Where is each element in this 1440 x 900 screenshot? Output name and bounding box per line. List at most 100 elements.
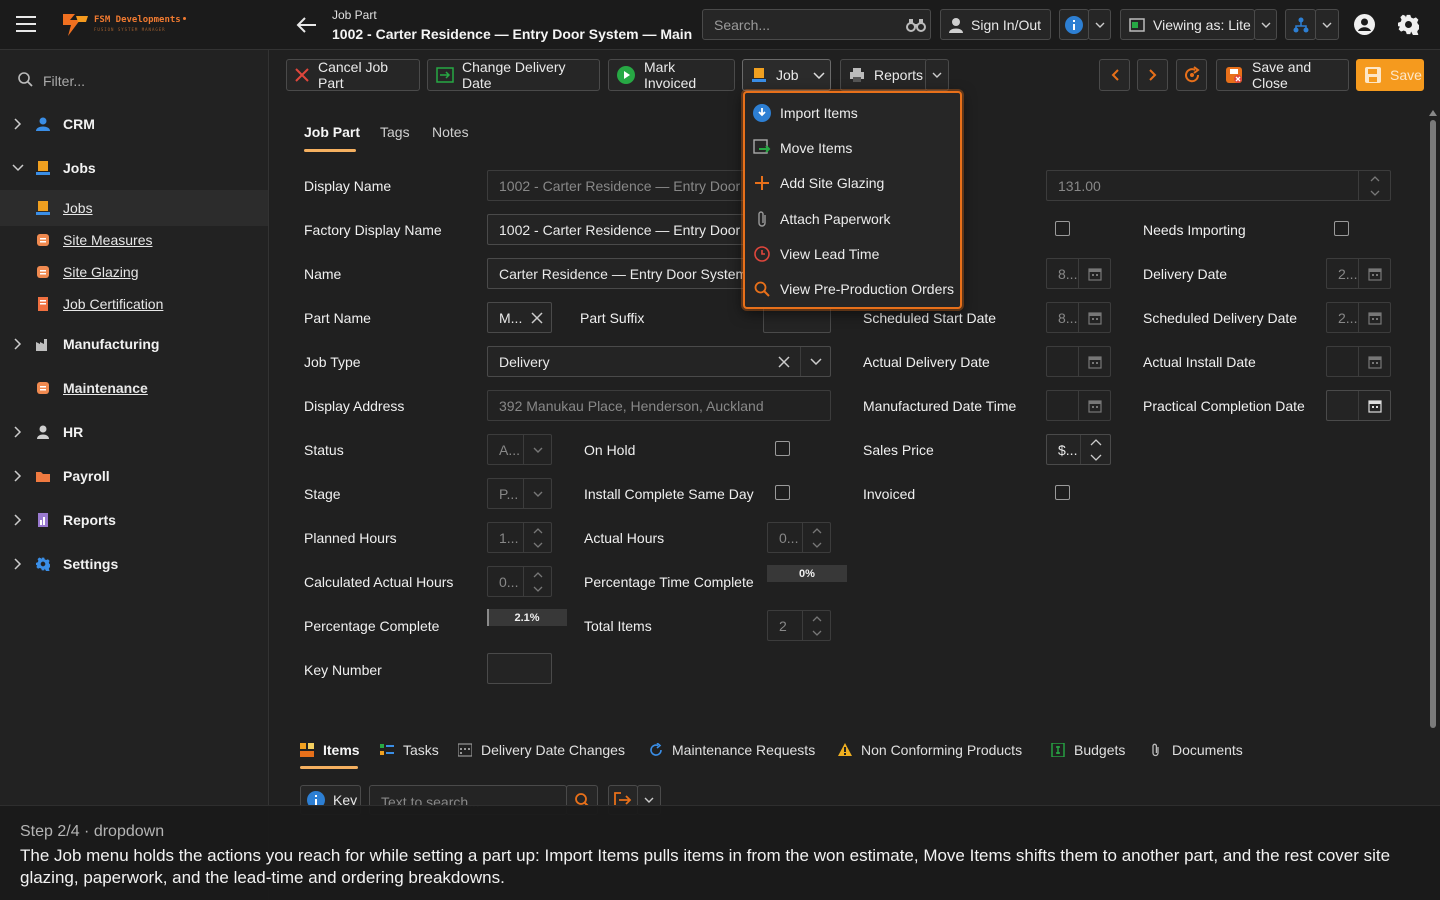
planned-hours-field[interactable]: 1... <box>487 522 552 553</box>
key-number-field[interactable] <box>487 653 552 684</box>
filter-input[interactable]: Filter... <box>43 73 85 89</box>
sales-price-field[interactable]: $... <box>1046 434 1111 465</box>
sidebar-item-manufacturing[interactable]: Manufacturing <box>0 326 268 362</box>
tab-documents[interactable]: Documents <box>1149 740 1243 760</box>
calc-actual-hours-field[interactable]: 0... <box>487 566 552 597</box>
part-name-field[interactable]: M... <box>487 302 552 333</box>
search-input[interactable]: Search... <box>714 17 899 33</box>
menu-item-add-site-glazing[interactable]: Add Site Glazing <box>753 168 953 198</box>
change-delivery-date-button[interactable]: Change Delivery Date <box>427 59 600 91</box>
scroll-thumb[interactable] <box>1430 120 1436 728</box>
display-address-field[interactable]: 392 Manukau Place, Henderson, Auckland <box>487 390 831 421</box>
menu-item-import-items[interactable]: Import Items <box>753 98 953 128</box>
scheduled-start-field[interactable]: 8... <box>1046 302 1111 333</box>
scheduled-delivery-field[interactable]: 2... <box>1326 302 1391 333</box>
gear-icon[interactable] <box>1398 14 1419 35</box>
tab-maintenance-requests[interactable]: Maintenance Requests <box>649 740 815 760</box>
menu-item-attach-paperwork[interactable]: Attach Paperwork <box>753 204 953 234</box>
invoiced-checkbox[interactable] <box>1055 485 1070 500</box>
sidebar-filter[interactable]: Filter... <box>0 64 268 96</box>
needs-importing-checkbox[interactable] <box>1334 221 1349 236</box>
sidebar-item-settings[interactable]: Settings <box>0 546 268 582</box>
calendar-icon[interactable] <box>1078 259 1110 288</box>
practical-completion-field[interactable] <box>1326 390 1391 421</box>
stepper-icon[interactable] <box>1358 171 1390 200</box>
stepper-icon[interactable] <box>523 567 551 596</box>
on-hold-checkbox[interactable] <box>775 441 790 456</box>
menu-item-view-lead-time[interactable]: View Lead Time <box>753 239 953 269</box>
sidebar-item-maintenance[interactable]: Maintenance <box>0 370 268 406</box>
account-icon[interactable] <box>1354 14 1375 35</box>
calendar-icon[interactable] <box>1078 303 1110 332</box>
clear-icon[interactable] <box>778 356 790 368</box>
sidebar-item-jobs[interactable]: Jobs <box>0 150 268 186</box>
save-and-close-button[interactable]: Save and Close <box>1216 59 1349 91</box>
sidebar-item-payroll[interactable]: Payroll <box>0 458 268 494</box>
mark-invoiced-button[interactable]: Mark Invoiced <box>608 59 735 91</box>
calendar-icon[interactable] <box>1078 391 1110 420</box>
info-dropdown-button[interactable] <box>1088 9 1111 40</box>
previous-button[interactable] <box>1099 59 1130 91</box>
tab-budgets[interactable]: Budgets <box>1051 740 1125 760</box>
refresh-button[interactable] <box>1176 59 1207 91</box>
status-select[interactable]: A... <box>487 434 552 465</box>
calendar-icon[interactable] <box>1078 347 1110 376</box>
actual-delivery-field[interactable] <box>1046 346 1111 377</box>
org-chart-button[interactable] <box>1285 9 1316 40</box>
sidebar-item-jobs-list[interactable]: Jobs <box>0 190 268 226</box>
tab-delivery-date-changes[interactable]: Delivery Date Changes <box>458 740 625 760</box>
tab-tasks[interactable]: Tasks <box>380 740 439 760</box>
tab-items[interactable]: Items <box>300 740 360 760</box>
stepper-icon[interactable] <box>802 523 830 552</box>
viewing-as-button[interactable]: Viewing as: Lite <box>1120 9 1255 40</box>
tab-notes[interactable]: Notes <box>432 124 469 140</box>
cancel-job-part-button[interactable]: Cancel Job Part <box>286 59 420 91</box>
total-items-field[interactable]: 2 <box>767 610 831 641</box>
sidebar-item-hr[interactable]: HR <box>0 414 268 450</box>
info-button[interactable] <box>1059 9 1089 40</box>
save-button[interactable]: Save <box>1356 59 1424 91</box>
calendar-icon[interactable] <box>1358 391 1390 420</box>
calendar-icon[interactable] <box>1358 303 1390 332</box>
sidebar-item-crm[interactable]: CRM <box>0 106 268 142</box>
tab-job-part[interactable]: Job Part <box>304 124 360 140</box>
menu-icon[interactable] <box>16 16 36 32</box>
chevron-down-icon[interactable] <box>800 347 830 376</box>
sidebar-item-site-measures[interactable]: Site Measures <box>0 222 268 258</box>
manufactured-field[interactable] <box>1046 390 1111 421</box>
scroll-up-icon[interactable] <box>1429 110 1437 116</box>
next-button[interactable] <box>1137 59 1168 91</box>
delivery-date-field[interactable]: 2... <box>1326 258 1391 289</box>
col3-row2-checkbox[interactable] <box>1055 221 1070 236</box>
menu-item-move-items[interactable]: Move Items <box>753 133 953 163</box>
main-scrollbar[interactable] <box>1428 110 1438 770</box>
global-search[interactable]: Search... <box>702 9 931 40</box>
viewing-as-dropdown-button[interactable] <box>1254 9 1277 40</box>
tab-non-conforming-products[interactable]: Non Conforming Products <box>838 740 1022 760</box>
calendar-icon[interactable] <box>1358 347 1390 376</box>
sign-in-out-button[interactable]: Sign In/Out <box>940 9 1051 40</box>
job-menu-button[interactable]: Job <box>742 59 831 91</box>
reports-dropdown-button[interactable] <box>925 59 949 91</box>
stepper-icon[interactable] <box>802 611 830 640</box>
sidebar-item-job-certification[interactable]: Job Certification <box>0 286 268 322</box>
install-same-day-checkbox[interactable] <box>775 485 790 500</box>
right-top-field[interactable]: 131.00 <box>1046 170 1391 201</box>
calendar-icon[interactable] <box>1358 259 1390 288</box>
actual-hours-field[interactable]: 0... <box>767 522 831 553</box>
col3-row3-date[interactable]: 8... <box>1046 258 1111 289</box>
sidebar-item-reports[interactable]: Reports <box>0 502 268 538</box>
stepper-icon[interactable] <box>523 523 551 552</box>
actual-install-field[interactable] <box>1326 346 1391 377</box>
org-chart-dropdown-button[interactable] <box>1315 9 1339 40</box>
stepper-icon[interactable] <box>1080 435 1110 464</box>
stage-select[interactable]: P... <box>487 478 552 509</box>
tab-tags[interactable]: Tags <box>380 124 410 140</box>
binoculars-icon[interactable] <box>906 16 926 34</box>
job-type-select[interactable]: Delivery <box>487 346 831 377</box>
menu-item-view-pre-production-orders[interactable]: View Pre-Production Orders <box>753 274 963 304</box>
reports-button[interactable]: Reports <box>840 59 928 91</box>
clear-icon[interactable] <box>531 312 543 324</box>
app-logo[interactable]: FSM Developments FUSION SYSTEM MANAGER <box>60 10 190 38</box>
sidebar-item-site-glazing[interactable]: Site Glazing <box>0 254 268 290</box>
